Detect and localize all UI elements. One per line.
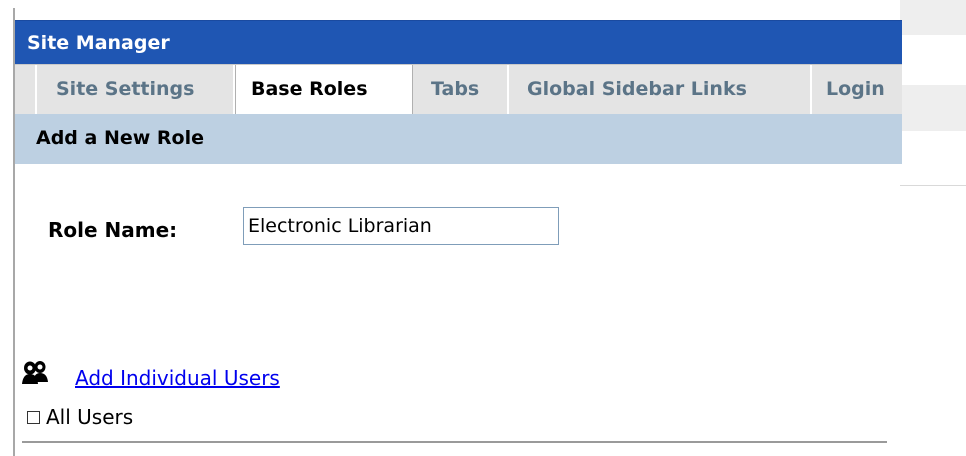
tab-tabs[interactable]: Tabs: [413, 65, 509, 114]
role-name-label: Role Name:: [48, 218, 178, 242]
tab-strip-spacer: [15, 65, 37, 114]
add-individual-users-link[interactable]: Add Individual Users: [75, 366, 280, 390]
tab-site-settings[interactable]: Site Settings: [37, 65, 235, 114]
all-users-row: All Users: [27, 403, 133, 431]
tab-global-sidebar-links[interactable]: Global Sidebar Links: [509, 65, 812, 114]
role-name-input[interactable]: [243, 207, 559, 245]
section-divider: [22, 441, 887, 443]
background-strip: [900, 0, 966, 35]
all-users-label: All Users: [46, 405, 134, 429]
all-users-checkbox[interactable]: [27, 410, 40, 424]
page-title: Site Manager: [15, 20, 902, 64]
section-title: Add a New Role: [15, 114, 902, 164]
background-strip: [900, 85, 966, 131]
tab-bar: Site Settings Base Roles Tabs Global Sid…: [15, 64, 902, 114]
tab-base-roles[interactable]: Base Roles: [235, 65, 413, 114]
users-icon: [22, 361, 48, 384]
background-divider: [900, 185, 966, 186]
tab-login[interactable]: Login: [812, 65, 902, 114]
